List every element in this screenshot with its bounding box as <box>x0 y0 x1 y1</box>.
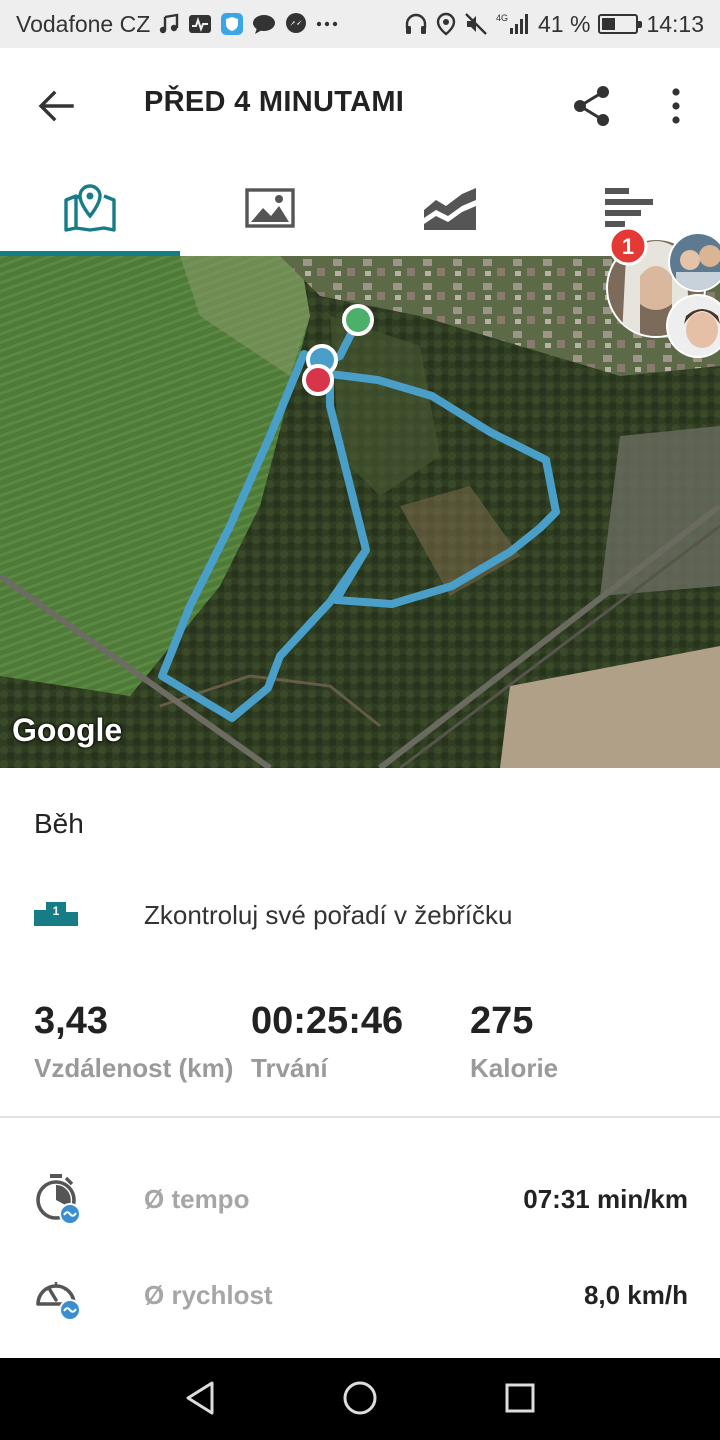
speedometer-icon <box>36 1282 81 1320</box>
battery-icon <box>598 14 643 34</box>
pace-label: Ø tempo <box>144 1184 250 1214</box>
leaderboard-label: Zkontroluj své pořadí v žebříčku <box>144 900 513 930</box>
status-bar: Vodafone CZ 4G 41 % 14:13 <box>0 0 720 48</box>
chat-bubble-icon <box>252 13 276 35</box>
stat-distance: 3,43 Vzdálenost (km) <box>34 1000 233 1084</box>
more-notifications-icon <box>316 19 338 29</box>
route-end-marker <box>302 364 334 396</box>
activity-app-icon <box>188 13 212 35</box>
image-icon <box>245 188 295 228</box>
map-pin-icon <box>64 184 116 232</box>
tab-map[interactable] <box>0 160 180 256</box>
system-nav-bar <box>0 1358 720 1440</box>
share-icon <box>574 86 609 126</box>
stat-distance-value: 3,43 <box>34 1000 108 1042</box>
svg-text:4G: 4G <box>496 13 508 23</box>
more-options-button[interactable] <box>656 80 696 132</box>
activity-type: Běh <box>34 808 84 839</box>
app-bar: PŘED 4 MINUTAMI <box>0 48 720 160</box>
friends-avatars[interactable]: 1 <box>606 226 720 360</box>
stat-calories-label: Kalorie <box>470 1053 559 1083</box>
stat-duration-label: Trvání <box>251 1053 328 1083</box>
speed-value: 8,0 km/h <box>583 1280 688 1310</box>
divider <box>0 1116 720 1118</box>
carrier-label: Vodafone CZ <box>16 10 151 37</box>
leaderboard-row[interactable]: 1 Zkontroluj své pořadí v žebříčku <box>0 870 720 958</box>
messenger-icon <box>284 12 308 36</box>
battery-percent: 41 % <box>538 10 591 37</box>
chart-icon <box>424 188 476 230</box>
detail-row-pace: Ø tempo 07:31 min/km <box>0 1164 720 1234</box>
stat-duration-value: 00:25:46 <box>251 1000 404 1042</box>
arrow-left-icon <box>38 90 74 122</box>
nav-home-button[interactable] <box>338 1376 382 1420</box>
status-right: 4G 41 % 14:13 <box>404 11 704 38</box>
nav-back-button[interactable] <box>178 1376 222 1420</box>
detail-row-speed: Ø rychlost 8,0 km/h <box>0 1260 720 1330</box>
location-icon <box>436 12 456 36</box>
stat-distance-label: Vzdálenost (km) <box>34 1053 234 1083</box>
triangle-back-icon <box>186 1381 214 1415</box>
stat-calories-value: 275 <box>470 1000 534 1042</box>
speed-label: Ø rychlost <box>144 1280 273 1310</box>
more-vertical-icon <box>672 88 680 124</box>
page-title: PŘED 4 MINUTAMI <box>144 86 405 118</box>
svg-text:1: 1 <box>53 904 60 918</box>
battery-fill <box>602 18 616 30</box>
map-attribution: Google <box>12 712 123 748</box>
notification-count: 1 <box>622 234 634 259</box>
shield-app-icon <box>220 12 244 36</box>
share-button[interactable] <box>566 80 618 132</box>
music-icon <box>158 13 180 35</box>
headphones-icon <box>404 12 428 36</box>
circle-home-icon <box>343 1381 377 1415</box>
clock: 14:13 <box>646 10 704 37</box>
tab-photos[interactable] <box>180 160 360 256</box>
route-start-marker <box>342 304 374 336</box>
status-left: Vodafone CZ <box>16 11 338 38</box>
podium-icon: 1 <box>34 902 78 926</box>
tab-charts[interactable] <box>360 160 540 256</box>
nav-recents-button[interactable] <box>498 1376 542 1420</box>
stat-duration: 00:25:46 Trvání <box>251 1000 403 1084</box>
stat-calories: 275 Kalorie <box>470 1000 558 1084</box>
mute-icon <box>464 12 488 36</box>
splits-icon <box>605 188 653 227</box>
pace-value: 07:31 min/km <box>523 1184 688 1214</box>
square-recents-icon <box>505 1383 535 1413</box>
back-button[interactable] <box>30 84 82 128</box>
stopwatch-icon <box>36 1174 81 1224</box>
signal-icon: 4G <box>496 12 530 36</box>
